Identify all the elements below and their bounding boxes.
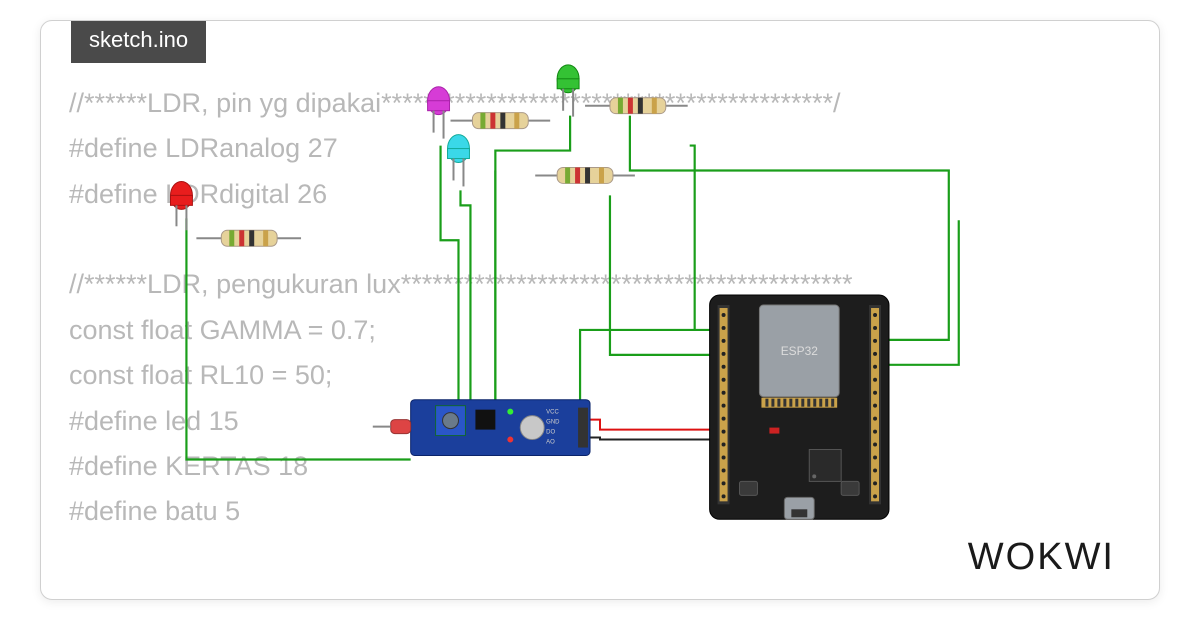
editor-canvas: sketch.ino //******LDR, pin yg dipakai**… (40, 20, 1160, 600)
wokwi-logo: WOKWI (968, 536, 1115, 579)
resistor-1[interactable] (196, 230, 301, 246)
led-red[interactable] (170, 181, 192, 230)
esp32-board[interactable]: ESP32 (710, 295, 889, 519)
filename-label: sketch.ino (89, 27, 188, 52)
wire-gnd (580, 438, 710, 440)
resistor-4[interactable] (585, 98, 688, 114)
led-cyan[interactable] (448, 135, 470, 187)
led-magenta[interactable] (428, 87, 450, 139)
wire-power (580, 420, 710, 430)
resistor-2[interactable] (451, 113, 551, 129)
chip-label: ESP32 (781, 344, 819, 358)
ldr-module[interactable]: VCC GND DO AO (373, 400, 590, 456)
svg-text:VCC: VCC (546, 410, 559, 416)
svg-text:DO: DO (546, 430, 555, 436)
circuit-diagram[interactable]: VCC GND DO AO (41, 21, 1159, 599)
svg-text:AO: AO (546, 440, 555, 446)
svg-text:GND: GND (546, 420, 560, 426)
file-tab[interactable]: sketch.ino (71, 20, 206, 63)
resistor-3[interactable] (535, 167, 635, 183)
led-green[interactable] (557, 65, 579, 117)
